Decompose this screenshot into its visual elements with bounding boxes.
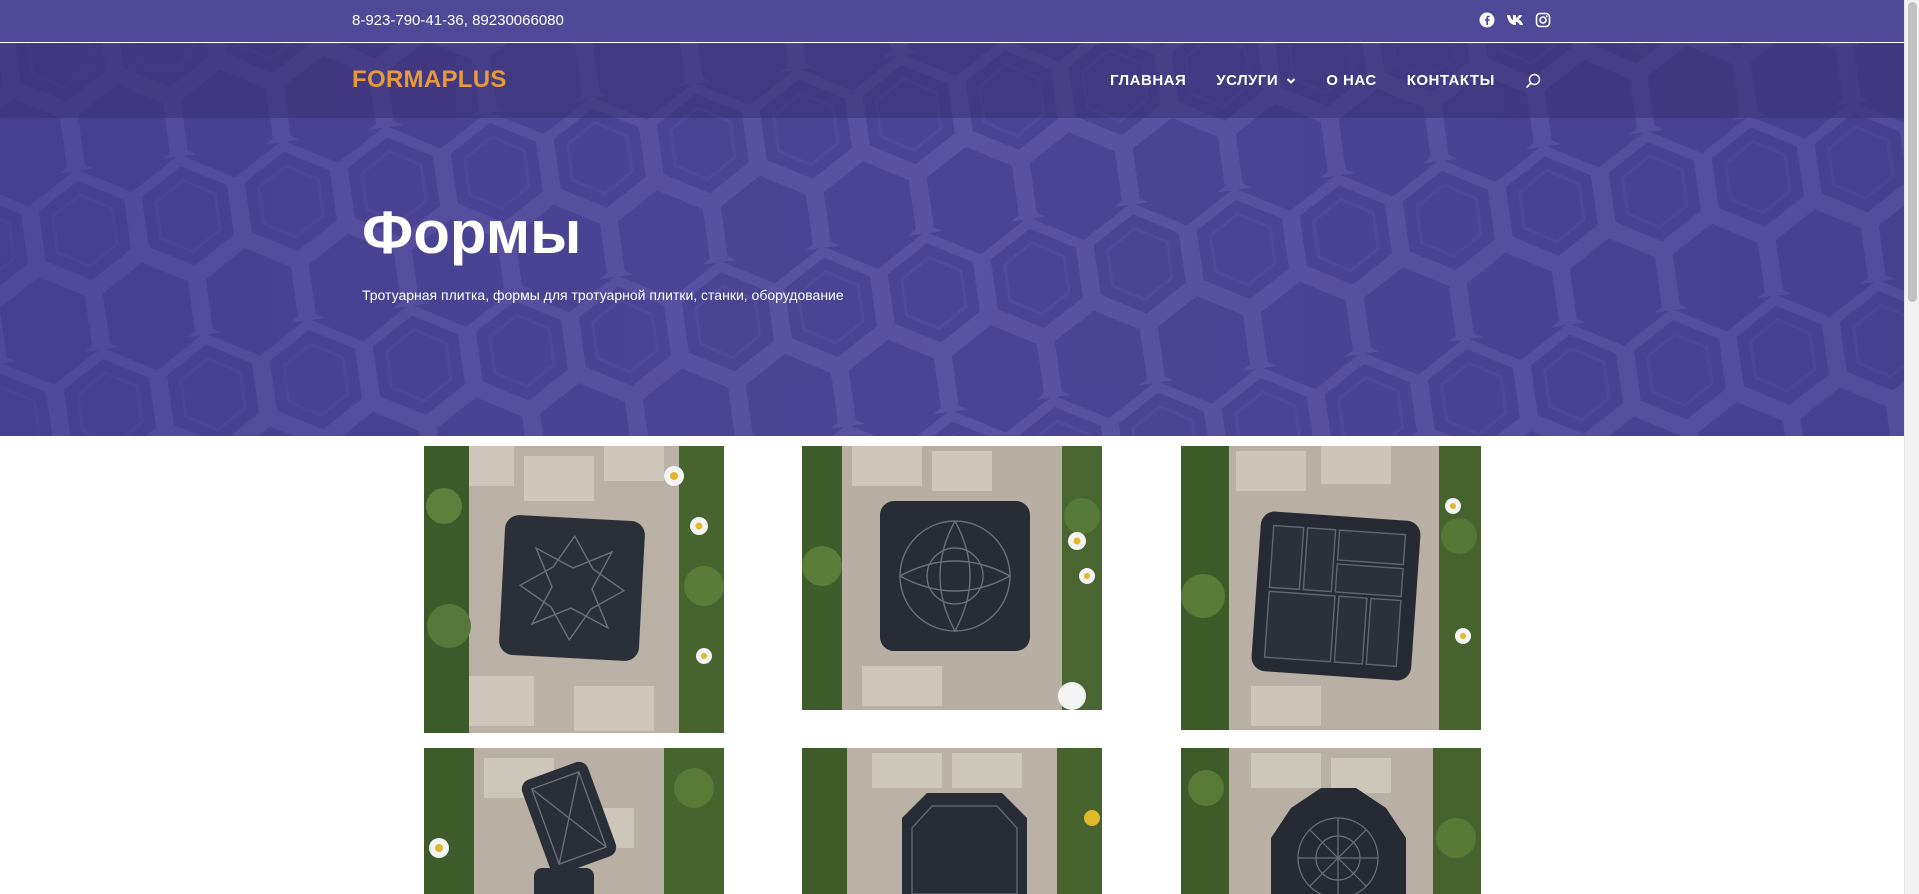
form-rectangular-ornament-image — [424, 748, 724, 894]
social-links — [1478, 11, 1552, 29]
page-subtitle: Тротуарная плитка, формы для тротуарной … — [362, 287, 844, 303]
form-circle-petal-pattern-image — [802, 446, 1102, 710]
gallery-image[interactable] — [802, 446, 1102, 710]
vk-icon[interactable] — [1506, 11, 1524, 29]
gallery-image[interactable] — [1181, 446, 1481, 730]
vertical-scrollbar[interactable] — [1904, 0, 1919, 894]
search-icon[interactable] — [1525, 73, 1541, 89]
main-navigation: ГЛАВНАЯ УСЛУГИ О НАС КОНТАКТЫ — [1110, 72, 1541, 89]
nav-item-about[interactable]: О НАС — [1326, 72, 1376, 89]
form-hexagon-image — [802, 748, 1102, 894]
facebook-icon[interactable] — [1478, 11, 1496, 29]
nav-label: О НАС — [1326, 72, 1377, 89]
nav-label: УСЛУГИ — [1216, 72, 1279, 89]
nav-item-services[interactable]: УСЛУГИ — [1216, 72, 1296, 89]
form-star-pattern-image — [424, 446, 724, 733]
nav-label: ГЛАВНАЯ — [1110, 72, 1187, 89]
gallery-image[interactable] — [1181, 748, 1481, 894]
phone-numbers: 8-923-790-41-36, 89230066080 — [352, 12, 564, 29]
chevron-down-icon — [1287, 77, 1296, 84]
gallery-image[interactable] — [802, 748, 1102, 894]
nav-item-contacts[interactable]: КОНТАКТЫ — [1407, 72, 1495, 89]
gallery-image[interactable] — [424, 446, 724, 733]
site-logo[interactable]: FORMAPLUS — [352, 66, 507, 94]
site-header: FORMAPLUS ГЛАВНАЯ УСЛУГИ О НАС КОНТАКТЫ — [0, 44, 1904, 118]
nav-item-home[interactable]: ГЛАВНАЯ — [1110, 72, 1186, 89]
form-rectangle-blocks-image — [1181, 446, 1481, 730]
gallery-image[interactable] — [424, 748, 724, 894]
scrollbar-thumb[interactable] — [1908, 2, 1917, 302]
form-octagon-ornament-image — [1181, 748, 1481, 894]
page-title: Формы — [362, 199, 582, 266]
top-bar: 8-923-790-41-36, 89230066080 — [0, 0, 1904, 43]
page: 8-923-790-41-36, 89230066080 FORMAPLUS Г… — [0, 0, 1919, 894]
instagram-icon[interactable] — [1534, 11, 1552, 29]
nav-label: КОНТАКТЫ — [1406, 72, 1495, 89]
